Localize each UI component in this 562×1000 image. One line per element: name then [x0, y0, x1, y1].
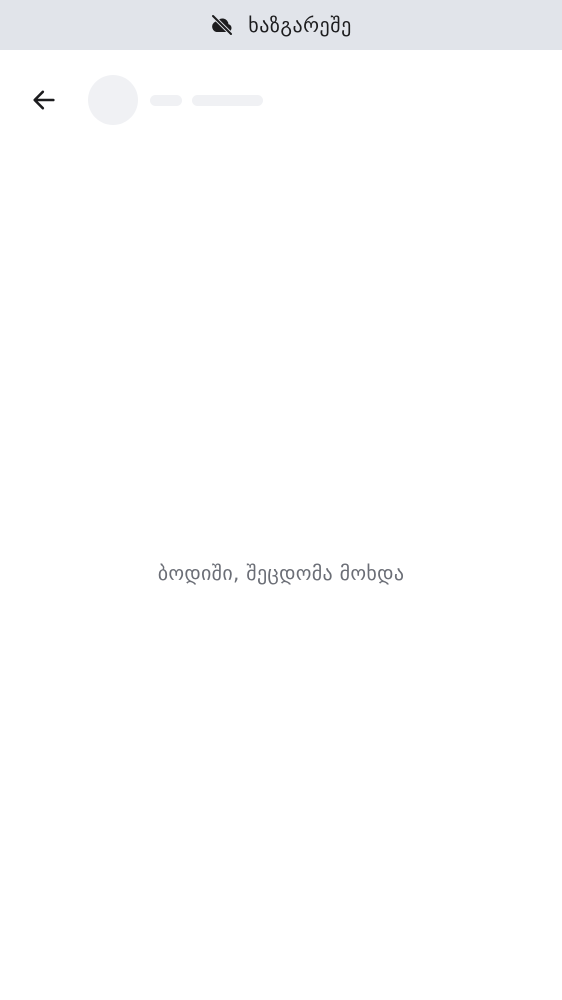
- back-button[interactable]: [22, 78, 66, 122]
- offline-label: ხაზგარეშე: [248, 13, 352, 37]
- name-placeholder-secondary: [192, 95, 263, 106]
- cloud-off-icon: [210, 13, 234, 37]
- offline-banner: ხაზგარეშე: [0, 0, 562, 50]
- arrow-left-icon: [30, 86, 58, 114]
- chat-header: [0, 50, 562, 150]
- avatar-placeholder: [88, 75, 138, 125]
- name-placeholder: [150, 95, 182, 106]
- error-message: ბოდიში, შეცდომა მოხდა: [157, 561, 405, 585]
